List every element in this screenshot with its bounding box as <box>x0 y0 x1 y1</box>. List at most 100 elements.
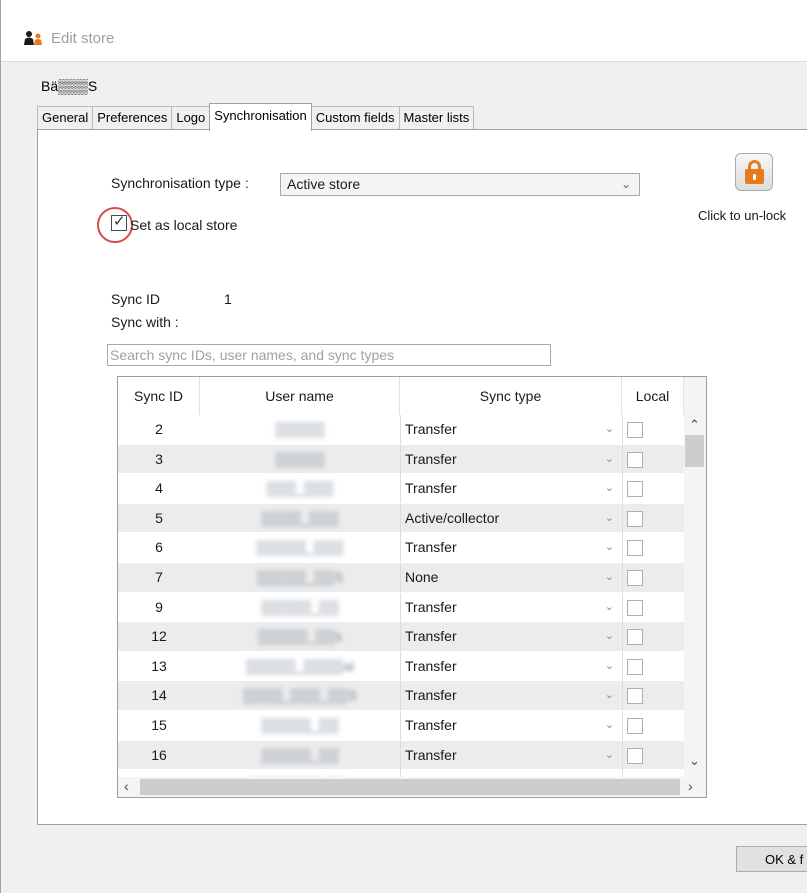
local-checkbox[interactable] <box>627 717 643 734</box>
header-sync-id[interactable]: Sync ID <box>118 377 200 415</box>
sync-type-text: Transfer <box>405 716 457 733</box>
tab-logo[interactable]: Logo <box>171 106 211 130</box>
table-row[interactable]: 5 ▒▒▒▒_▒▒▒ Active/collector ⌄ <box>118 503 684 534</box>
cell-user-name: ▒▒▒▒▒ <box>200 415 400 444</box>
user-name-text: ▒▒▒▒▒_▒▒▒▒al <box>246 657 354 674</box>
table-row[interactable]: 2 ▒▒▒▒▒ Transfer ⌄ <box>118 415 684 445</box>
table-row[interactable]: 15 ▒▒▒▒▒_▒▒ Transfer ⌄ <box>118 710 684 741</box>
cell-local <box>622 444 684 474</box>
sync-type-text: Transfer <box>405 421 457 437</box>
sync-type-text: Transfer <box>405 450 457 467</box>
sync-type-value: Active store <box>287 176 361 192</box>
table-row[interactable]: 12 ▒▒▒▒▒_▒▒s Transfer ⌄ <box>118 622 684 652</box>
cell-sync-type[interactable]: Active/collector ⌄ <box>400 503 622 533</box>
local-checkbox[interactable] <box>627 747 643 764</box>
scroll-right-icon[interactable]: › <box>688 778 693 794</box>
chevron-down-icon: ⌄ <box>604 689 614 702</box>
table-row[interactable]: 14 ▒▒▒▒_▒▒▒_▒▒S Transfer ⌄ <box>118 681 684 711</box>
unlock-button[interactable] <box>735 153 773 191</box>
chevron-down-icon: ⌄ <box>604 748 614 761</box>
cell-sync-id: 7 <box>155 568 163 585</box>
cell-user-name: ▒▒▒_▒▒▒ <box>200 474 400 503</box>
tab-custom-fields[interactable]: Custom fields <box>310 106 400 130</box>
user-name-text: ▒▒▒▒▒_▒▒ <box>261 598 339 615</box>
cell-sync-id: 12 <box>151 628 167 645</box>
sync-type-text: Transfer <box>405 657 457 674</box>
cell-sync-id: 9 <box>155 598 163 615</box>
table-row[interactable]: 7 ▒▒▒▒▒_▒▒S None ⌄ <box>118 562 684 593</box>
cell-local <box>622 533 684 563</box>
chevron-down-icon: ⌄ <box>604 570 614 583</box>
table-row[interactable]: 13 ▒▒▒▒▒_▒▒▒▒al Transfer ⌄ <box>118 651 684 682</box>
lock-keyhole <box>753 174 756 180</box>
cell-sync-type[interactable]: Transfer ⌄ <box>400 415 622 444</box>
local-checkbox[interactable] <box>627 569 643 586</box>
sync-type-text: Transfer <box>405 539 457 556</box>
cell-user-name: ▒▒▒▒▒_▒▒ <box>200 711 400 740</box>
cell-sync-type[interactable]: Transfer ⌄ <box>400 740 622 770</box>
local-checkbox[interactable] <box>627 451 643 468</box>
table-row[interactable]: 4 ▒▒▒_▒▒▒ Transfer ⌄ <box>118 474 684 504</box>
horizontal-scroll-thumb[interactable] <box>140 779 680 795</box>
user-name-text: ▒▒▒▒_▒▒▒ <box>261 509 339 526</box>
cell-sync-type[interactable]: Transfer ⌄ <box>400 681 622 711</box>
local-checkbox[interactable] <box>627 688 643 705</box>
cell-local <box>622 562 684 592</box>
cell-local <box>622 503 684 533</box>
cell-sync-type[interactable]: Transfer ⌄ <box>400 474 622 504</box>
scroll-left-icon[interactable]: ‹ <box>124 778 129 794</box>
scroll-down-icon[interactable]: ⌄ <box>689 753 700 769</box>
ok-button[interactable]: OK & f <box>736 846 807 872</box>
header-user-name[interactable]: User name <box>200 377 400 415</box>
vertical-scrollbar[interactable]: ⌃ ⌄ <box>684 377 706 777</box>
header-local[interactable]: Local <box>622 377 684 415</box>
local-checkbox[interactable] <box>627 658 643 675</box>
cell-local <box>622 681 684 711</box>
tab-preferences[interactable]: Preferences <box>92 106 173 130</box>
table-row[interactable]: 6 ▒▒▒▒▒_▒▒▒ Transfer ⌄ <box>118 533 684 563</box>
cell-sync-type[interactable]: Transfer ⌄ <box>400 710 622 740</box>
vertical-scroll-thumb[interactable] <box>685 435 704 467</box>
sync-type-text: Transfer <box>405 746 457 763</box>
local-checkbox[interactable] <box>627 599 643 616</box>
table-row[interactable]: 3 ▒▒▒▒▒ Transfer ⌄ <box>118 444 684 475</box>
cell-sync-id: 13 <box>151 657 167 674</box>
cell-sync-type[interactable]: None ⌄ <box>400 562 622 592</box>
cell-sync-type[interactable]: Transfer ⌄ <box>400 592 622 622</box>
tab-synchronisation[interactable]: Synchronisation <box>209 103 312 131</box>
cell-user-name: ▒▒▒▒_▒▒▒_▒▒S <box>200 681 400 710</box>
cell-sync-id: 4 <box>155 480 163 497</box>
store-people-icon <box>24 31 42 45</box>
cell-sync-type[interactable]: Transfer ⌄ <box>400 651 622 681</box>
chevron-down-icon: ⌄ <box>604 482 614 495</box>
user-name-text: ▒▒▒_▒▒▒ <box>266 480 334 497</box>
local-checkbox[interactable] <box>627 510 643 527</box>
cell-sync-id: 6 <box>155 539 163 556</box>
table-row[interactable]: 9 ▒▒▒▒▒_▒▒ Transfer ⌄ <box>118 592 684 623</box>
local-checkbox[interactable] <box>627 540 643 557</box>
cell-sync-type[interactable]: Transfer ⌄ <box>400 444 622 474</box>
user-name-text: ▒▒▒▒▒ <box>275 421 325 437</box>
local-checkbox[interactable] <box>627 481 643 498</box>
cell-local <box>622 740 684 770</box>
local-checkbox[interactable] <box>627 629 643 646</box>
sync-type-select[interactable]: Active store ⌄ <box>280 173 640 196</box>
unlock-label: Click to un-lock <box>698 208 787 223</box>
cell-user-name: ▒▒▒▒▒_▒▒▒▒al <box>200 652 400 681</box>
chevron-down-icon: ⌄ <box>604 659 614 672</box>
sync-search-input[interactable] <box>107 344 551 366</box>
tab-master-lists[interactable]: Master lists <box>398 106 475 130</box>
cell-sync-type[interactable]: Transfer ⌄ <box>400 533 622 563</box>
sync-type-text: None <box>405 568 439 585</box>
cell-sync-id: 15 <box>151 716 167 733</box>
user-name-text: ▒▒▒▒▒_▒▒s <box>257 628 343 645</box>
header-sync-type[interactable]: Sync type <box>400 377 622 415</box>
tab-general[interactable]: General <box>37 106 94 130</box>
chevron-down-icon: ⌄ <box>604 630 614 643</box>
horizontal-scrollbar[interactable]: ‹ › <box>118 777 706 797</box>
local-checkbox[interactable] <box>627 422 643 438</box>
table-row[interactable]: 16 ▒▒▒▒▒_▒▒ Transfer ⌄ <box>118 740 684 771</box>
chevron-down-icon: ⌄ <box>620 177 631 191</box>
cell-sync-type[interactable]: Transfer ⌄ <box>400 622 622 652</box>
scroll-up-icon[interactable]: ⌃ <box>689 417 700 433</box>
